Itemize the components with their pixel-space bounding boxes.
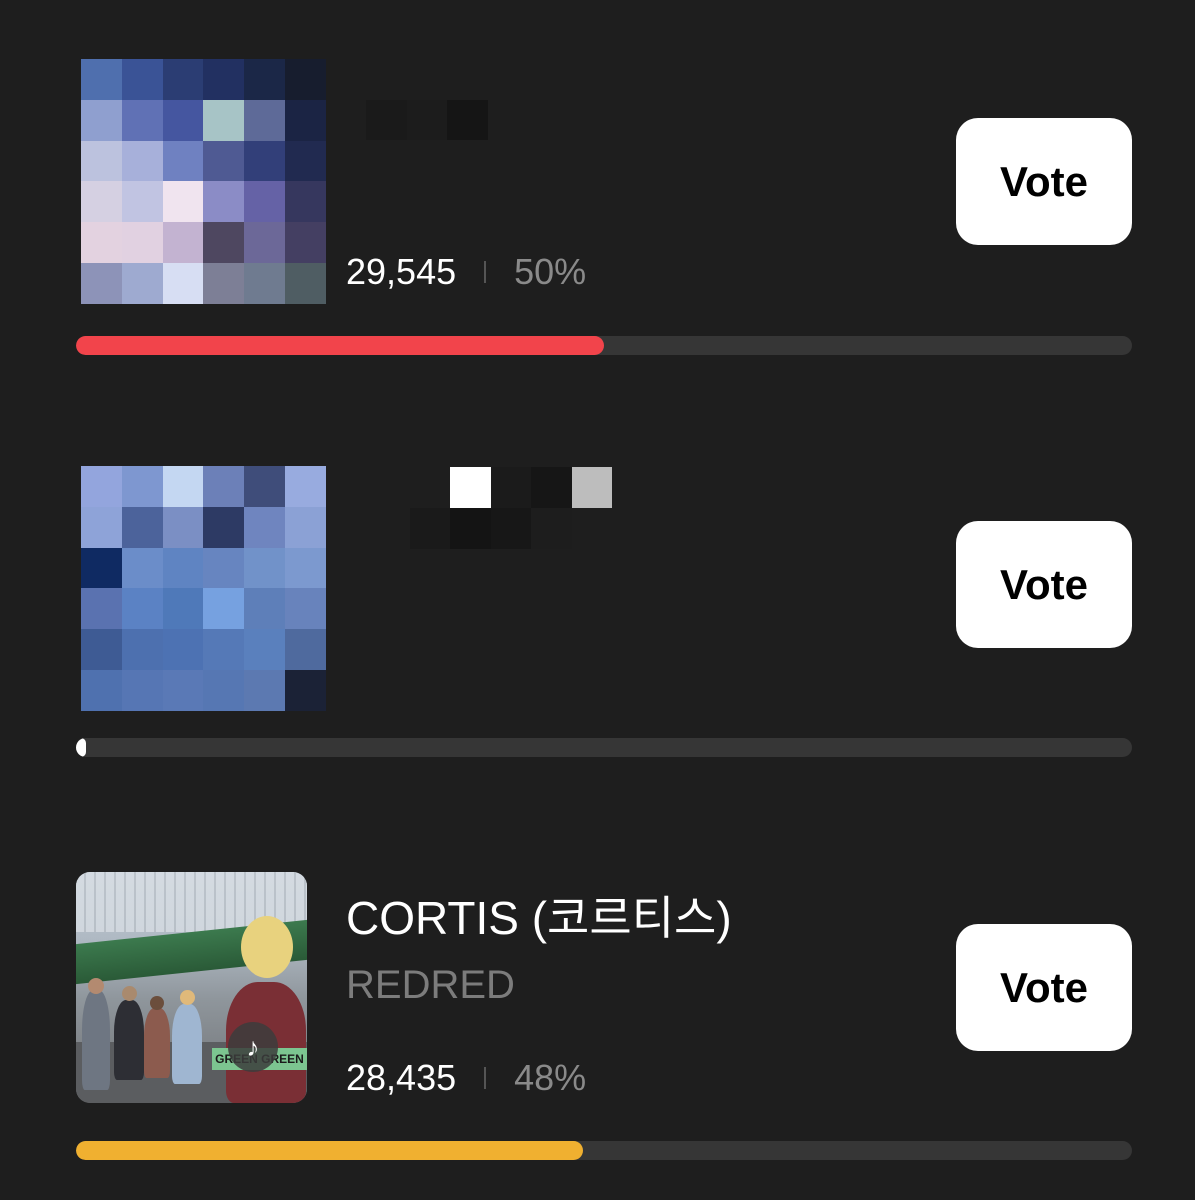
photo-person-head: [150, 996, 164, 1010]
progress-bar: [76, 336, 1132, 355]
vote-button[interactable]: Vote: [956, 118, 1132, 245]
progress-bar-fill: [76, 336, 604, 355]
photo-person: [114, 1000, 144, 1080]
photo-person-head: [122, 986, 137, 1001]
photo-person-head: [88, 978, 104, 994]
album-cover-image: GREEN GREEN ♪: [76, 872, 307, 1103]
vote-percent: 50%: [514, 251, 587, 292]
photo-person: [144, 1008, 170, 1078]
title-pixelated: [366, 100, 488, 140]
progress-bar-fill: [76, 738, 86, 757]
item-subtitle: REDRED: [346, 963, 515, 1007]
vote-count: 29,545: [346, 251, 457, 292]
vote-stats: 29,545 50%: [346, 250, 586, 294]
progress-bar: [76, 738, 1132, 757]
item-title: CORTIS (코르티스): [346, 892, 732, 944]
vote-percent: 48%: [514, 1057, 587, 1098]
music-note-icon: ♪: [228, 1022, 278, 1072]
title-pixelated: [410, 467, 612, 549]
stats-divider: [484, 261, 487, 283]
photo-person-head: [180, 990, 195, 1005]
vote-button[interactable]: Vote: [956, 521, 1132, 648]
photo-person: [172, 1004, 202, 1084]
vote-count: 28,435: [346, 1057, 457, 1098]
stats-divider: [484, 1067, 487, 1089]
progress-bar-fill: [76, 1141, 583, 1160]
photo-person: [82, 990, 110, 1090]
progress-bar: [76, 1141, 1132, 1160]
vote-stats: 28,435 48%: [346, 1056, 586, 1100]
thumbnail-image-pixelated: [81, 59, 326, 304]
vote-button[interactable]: Vote: [956, 924, 1132, 1051]
thumbnail-image-pixelated: [81, 466, 326, 711]
photo-person-head: [241, 916, 293, 978]
